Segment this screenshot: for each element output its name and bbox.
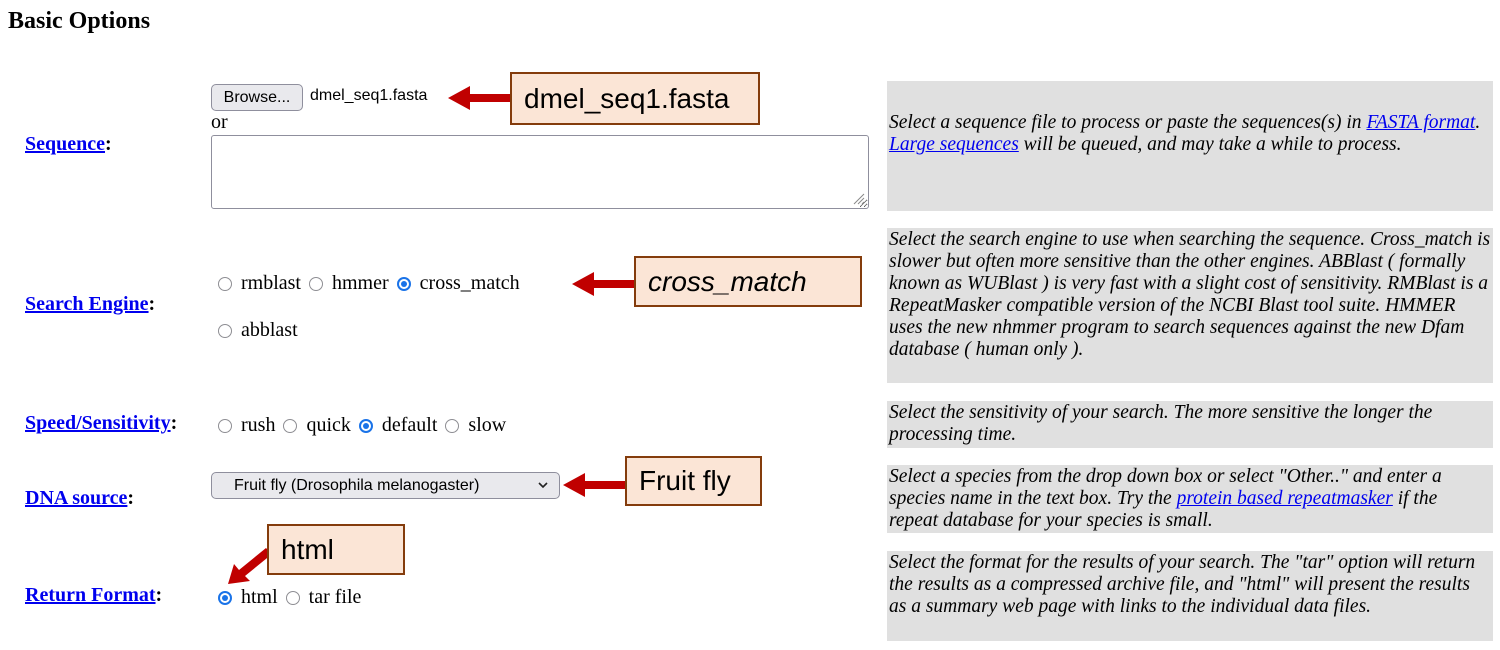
radio-unchecked-icon[interactable] bbox=[218, 418, 232, 433]
protein-repeatmasker-link[interactable]: protein based repeatmasker bbox=[1177, 488, 1393, 509]
speed-help: Select the sensitivity of your search. T… bbox=[887, 401, 1493, 448]
page-title: Basic Options bbox=[8, 8, 151, 34]
radio-unchecked-icon[interactable] bbox=[218, 276, 232, 291]
radio-checked-icon[interactable] bbox=[396, 276, 411, 291]
arrow-left-icon bbox=[572, 272, 636, 296]
dna-callout: Fruit fly bbox=[625, 456, 762, 506]
radio-html[interactable]: html bbox=[218, 586, 278, 609]
label-colon: : bbox=[155, 584, 163, 606]
radio-slow[interactable]: slow bbox=[445, 414, 506, 437]
large-sequences-link[interactable]: Large sequences bbox=[889, 134, 1019, 155]
radio-label: default bbox=[381, 414, 438, 436]
radio-label: abblast bbox=[241, 319, 298, 341]
dna-source-select[interactable]: Fruit fly (Drosophila melanogaster) bbox=[211, 472, 560, 499]
radio-rush[interactable]: rush bbox=[218, 414, 275, 437]
return-format-label: Return Format: bbox=[25, 584, 162, 607]
radio-unchecked-icon[interactable] bbox=[285, 590, 300, 605]
file-callout: dmel_seq1.fasta bbox=[510, 72, 760, 125]
label-colon: : bbox=[105, 133, 112, 155]
format-callout: html bbox=[267, 524, 405, 575]
dna-source-link[interactable]: DNA source bbox=[25, 487, 127, 509]
sequence-label: Sequence: bbox=[25, 133, 112, 156]
return-format-help: Select the format for the results of you… bbox=[887, 551, 1493, 641]
radio-label: cross_match bbox=[419, 272, 520, 294]
sequence-link[interactable]: Sequence bbox=[25, 133, 105, 155]
radio-unchecked-icon[interactable] bbox=[283, 418, 298, 433]
radio-label: slow bbox=[468, 414, 507, 436]
speed-sensitivity-link[interactable]: Speed/Sensitivity bbox=[25, 412, 171, 434]
radio-label: tar file bbox=[308, 586, 362, 608]
help-text: . bbox=[1475, 112, 1481, 133]
arrow-left-icon bbox=[563, 473, 627, 497]
radio-unchecked-icon[interactable] bbox=[309, 276, 323, 291]
search-engine-link[interactable]: Search Engine bbox=[25, 293, 149, 315]
radio-checked-icon[interactable] bbox=[218, 590, 232, 605]
search-engine-radio-group: rmblast hmmer cross_match bbox=[218, 272, 528, 295]
search-engine-help: Select the search engine to use when sea… bbox=[887, 228, 1493, 383]
help-text: will be queued, and may take a while to … bbox=[1018, 134, 1402, 155]
radio-tar-file[interactable]: tar file bbox=[285, 586, 362, 609]
radio-label: quick bbox=[306, 414, 351, 436]
sequence-textarea[interactable] bbox=[211, 135, 869, 209]
return-format-radio-group: html tar file bbox=[218, 586, 369, 609]
speed-radio-group: rush quick default slow bbox=[218, 414, 514, 437]
selected-file-name: dmel_seq1.fasta bbox=[310, 87, 428, 104]
radio-default[interactable]: default bbox=[358, 414, 438, 437]
dna-source-label: DNA source: bbox=[25, 487, 134, 510]
or-text: or bbox=[211, 111, 228, 133]
resize-grip-icon[interactable] bbox=[851, 191, 865, 205]
radio-abblast[interactable]: abblast bbox=[218, 319, 298, 342]
dna-source-help: Select a species from the drop down box … bbox=[887, 465, 1493, 533]
label-colon: : bbox=[148, 293, 156, 315]
radio-quick[interactable]: quick bbox=[283, 414, 351, 437]
search-engine-label: Search Engine: bbox=[25, 293, 155, 316]
engine-callout: cross_match bbox=[634, 256, 862, 307]
radio-hmmer[interactable]: hmmer bbox=[309, 272, 389, 295]
search-engine-radio-group-row2: abblast bbox=[218, 319, 306, 342]
label-colon: : bbox=[170, 412, 178, 434]
help-text: Select a sequence file to process or pas… bbox=[889, 112, 1367, 133]
chevron-down-icon bbox=[538, 482, 548, 489]
radio-unchecked-icon[interactable] bbox=[218, 323, 232, 338]
speed-label: Speed/Sensitivity: bbox=[25, 412, 177, 435]
browse-button[interactable]: Browse... bbox=[211, 84, 303, 111]
radio-label: html bbox=[241, 586, 278, 608]
label-colon: : bbox=[127, 487, 135, 509]
sequence-help: Select a sequence file to process or pas… bbox=[887, 81, 1493, 211]
fasta-format-link[interactable]: FASTA format bbox=[1366, 112, 1475, 133]
radio-label: rush bbox=[241, 414, 276, 436]
radio-label: hmmer bbox=[332, 272, 389, 294]
select-value: Fruit fly (Drosophila melanogaster) bbox=[234, 476, 480, 494]
return-format-link[interactable]: Return Format bbox=[25, 584, 156, 606]
radio-unchecked-icon[interactable] bbox=[445, 418, 460, 433]
radio-label: rmblast bbox=[241, 272, 301, 294]
radio-checked-icon[interactable] bbox=[358, 418, 373, 433]
radio-cross-match[interactable]: cross_match bbox=[396, 272, 520, 295]
radio-rmblast[interactable]: rmblast bbox=[218, 272, 301, 295]
arrow-left-icon bbox=[448, 86, 512, 110]
